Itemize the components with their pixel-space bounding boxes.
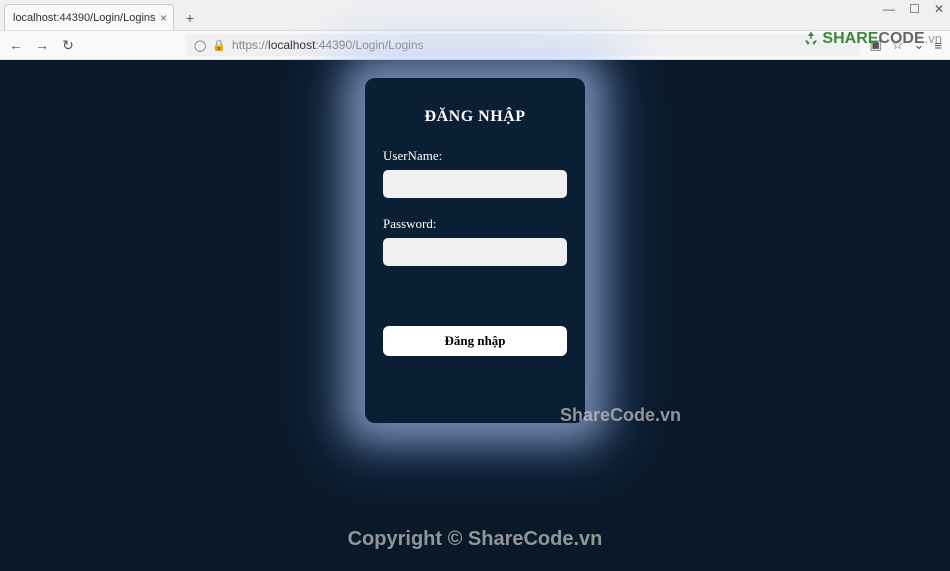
window-controls: — ☐ ✕ bbox=[883, 2, 944, 16]
url-text: https://localhost:44390/Login/Logins bbox=[232, 38, 424, 52]
sharecode-logo: SHARECODE.vn bbox=[802, 30, 942, 48]
url-bar[interactable]: ◯ 🔒 https://localhost:44390/Login/Logins bbox=[186, 34, 860, 56]
password-label: Password: bbox=[383, 216, 567, 232]
shield-icon: ◯ bbox=[194, 39, 206, 52]
page-content: ĐĂNG NHẬP UserName: Password: Đăng nhập … bbox=[0, 60, 950, 571]
login-card: ĐĂNG NHẬP UserName: Password: Đăng nhập bbox=[365, 78, 585, 423]
forward-button[interactable]: → bbox=[34, 37, 50, 53]
reload-button[interactable]: ↻ bbox=[60, 37, 76, 54]
watermark-text: ShareCode.vn bbox=[560, 405, 681, 426]
login-button[interactable]: Đăng nhập bbox=[383, 326, 567, 356]
username-input[interactable] bbox=[383, 170, 567, 198]
minimize-button[interactable]: — bbox=[883, 2, 895, 16]
login-title: ĐĂNG NHẬP bbox=[383, 108, 567, 126]
new-tab-button[interactable]: + bbox=[178, 6, 202, 30]
password-input[interactable] bbox=[383, 238, 567, 266]
tab-title: localhost:44390/Login/Logins bbox=[13, 12, 156, 24]
password-group: Password: bbox=[383, 216, 567, 266]
recycle-icon bbox=[802, 30, 820, 48]
browser-tab[interactable]: localhost:44390/Login/Logins × bbox=[4, 4, 174, 30]
lock-icon: 🔒 bbox=[212, 39, 226, 52]
tab-bar: localhost:44390/Login/Logins × + bbox=[0, 0, 950, 30]
back-button[interactable]: ← bbox=[8, 37, 24, 53]
copyright-footer: Copyright © ShareCode.vn bbox=[0, 528, 950, 551]
maximize-button[interactable]: ☐ bbox=[909, 2, 920, 16]
username-group: UserName: bbox=[383, 148, 567, 198]
close-window-button[interactable]: ✕ bbox=[934, 2, 944, 16]
username-label: UserName: bbox=[383, 148, 567, 164]
tab-close-icon[interactable]: × bbox=[160, 11, 167, 25]
